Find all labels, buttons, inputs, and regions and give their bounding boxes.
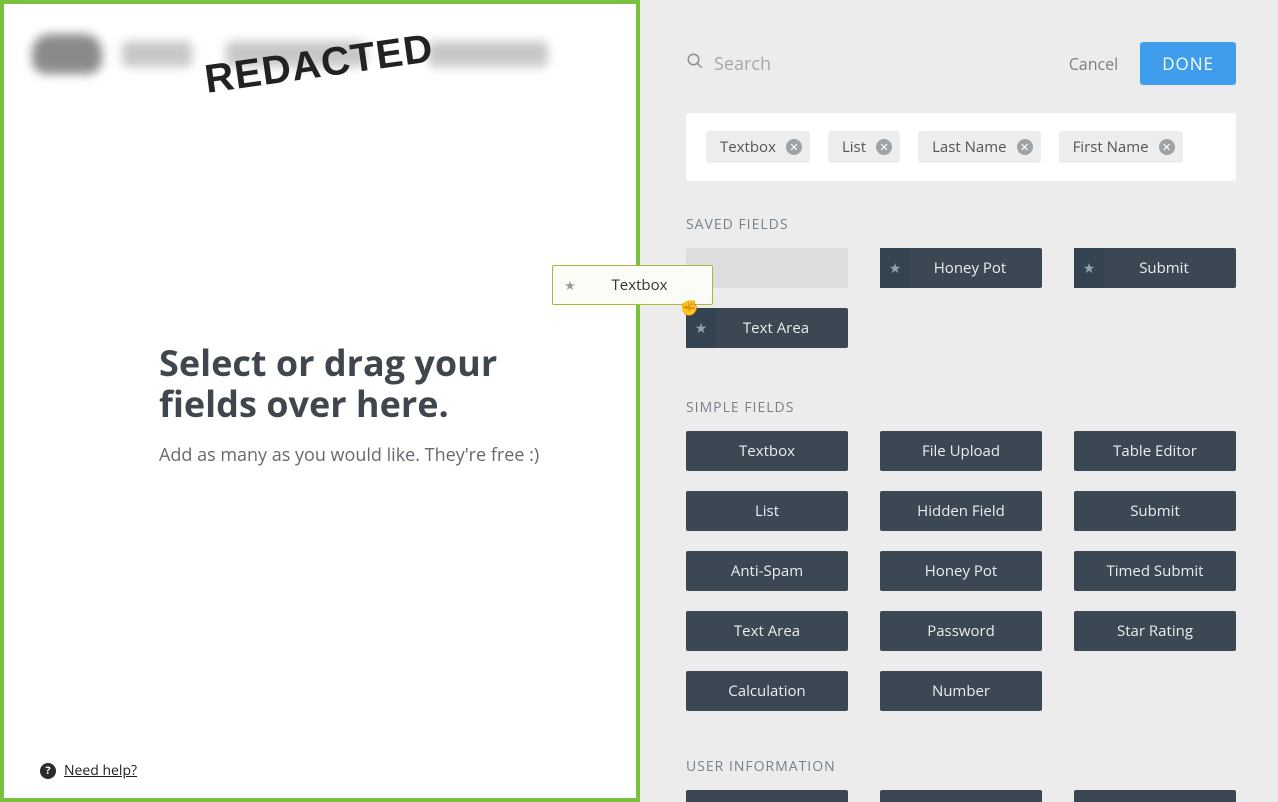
- field-label: Anti-Spam: [731, 561, 803, 581]
- chip-first-name[interactable]: First Name ✕: [1059, 131, 1183, 163]
- field-password[interactable]: Password: [880, 611, 1042, 651]
- chip-label: First Name: [1073, 137, 1149, 157]
- field-last-name[interactable]: Last Name: [880, 790, 1042, 802]
- section-title-user: USER INFORMATION: [686, 757, 1236, 776]
- field-label: Submit: [1121, 258, 1189, 278]
- app-logo: [32, 34, 102, 74]
- star-icon: ★: [1074, 248, 1104, 288]
- chip-label: List: [842, 137, 866, 157]
- field-hidden-field[interactable]: Hidden Field: [880, 491, 1042, 531]
- field-label: List: [755, 501, 779, 521]
- field-label: Text Area: [734, 621, 800, 641]
- palette-header: Cancel DONE: [640, 0, 1278, 113]
- field-submit-saved[interactable]: ★ Submit: [1074, 248, 1236, 288]
- help-icon: ?: [40, 763, 56, 779]
- field-label: File Upload: [922, 441, 1000, 461]
- search-input[interactable]: [714, 52, 1059, 76]
- chip-remove-icon[interactable]: ✕: [1159, 139, 1175, 155]
- nav-item: [122, 41, 192, 67]
- search-icon: [686, 52, 704, 76]
- drop-subtext: Add as many as you would like. They're f…: [159, 443, 579, 467]
- field-honey-pot[interactable]: Honey Pot: [880, 551, 1042, 591]
- field-label: Timed Submit: [1106, 561, 1203, 581]
- star-icon: ★: [557, 276, 583, 294]
- chip-textbox[interactable]: Textbox ✕: [706, 131, 810, 163]
- drop-zone-message: Select or drag your fields over here. Ad…: [159, 342, 579, 467]
- chip-label: Last Name: [932, 137, 1007, 157]
- cancel-button[interactable]: Cancel: [1069, 53, 1118, 75]
- field-address-1[interactable]: Address 1: [1074, 790, 1236, 802]
- field-textbox[interactable]: Textbox: [686, 431, 848, 471]
- done-button[interactable]: DONE: [1140, 42, 1236, 85]
- field-label: Calculation: [728, 681, 805, 701]
- field-submit[interactable]: Submit: [1074, 491, 1236, 531]
- field-table-editor[interactable]: Table Editor: [1074, 431, 1236, 471]
- field-list[interactable]: List: [686, 491, 848, 531]
- field-label: Text Area: [725, 318, 809, 338]
- user-fields-grid: First Name Last Name Address 1: [686, 790, 1236, 802]
- field-label: Textbox: [739, 441, 795, 461]
- field-honey-pot-saved[interactable]: ★ Honey Pot: [880, 248, 1042, 288]
- drop-heading: Select or drag your fields over here.: [159, 342, 579, 425]
- dragging-field-label: Textbox: [583, 275, 712, 295]
- section-title-simple: SIMPLE FIELDS: [686, 398, 1236, 417]
- simple-fields-grid: Textbox File Upload Table Editor List Hi…: [686, 431, 1236, 711]
- field-star-rating[interactable]: Star Rating: [1074, 611, 1236, 651]
- field-label: Password: [927, 621, 995, 641]
- help-label: Need help?: [64, 761, 137, 780]
- selected-chips-box: Textbox ✕ List ✕ Last Name ✕ First Name …: [686, 113, 1236, 181]
- chip-list[interactable]: List ✕: [828, 131, 900, 163]
- field-label: Submit: [1130, 501, 1180, 521]
- chip-last-name[interactable]: Last Name ✕: [918, 131, 1041, 163]
- need-help-link[interactable]: ? Need help?: [40, 761, 137, 780]
- nav-item: [428, 41, 548, 67]
- field-label: Honey Pot: [916, 258, 1007, 278]
- field-text-area-saved[interactable]: ★ Text Area: [686, 308, 848, 348]
- field-text-area[interactable]: Text Area: [686, 611, 848, 651]
- field-label: Hidden Field: [917, 501, 1005, 521]
- field-number[interactable]: Number: [880, 671, 1042, 711]
- field-timed-submit[interactable]: Timed Submit: [1074, 551, 1236, 591]
- chip-remove-icon[interactable]: ✕: [786, 139, 802, 155]
- grab-cursor-icon: ✊: [680, 298, 699, 318]
- form-canvas[interactable]: REDACTED Select or drag your fields over…: [0, 0, 640, 802]
- field-anti-spam[interactable]: Anti-Spam: [686, 551, 848, 591]
- field-label: Table Editor: [1113, 441, 1197, 461]
- section-title-saved: SAVED FIELDS: [686, 215, 1236, 234]
- field-label: Number: [932, 681, 990, 701]
- field-first-name[interactable]: First Name: [686, 790, 848, 802]
- field-file-upload[interactable]: File Upload: [880, 431, 1042, 471]
- star-icon: ★: [880, 248, 910, 288]
- chip-label: Textbox: [720, 137, 776, 157]
- field-palette: Cancel DONE Textbox ✕ List ✕ Last Name ✕…: [640, 0, 1278, 802]
- field-calculation[interactable]: Calculation: [686, 671, 848, 711]
- field-label: Star Rating: [1117, 621, 1193, 641]
- field-label: Honey Pot: [925, 561, 998, 581]
- saved-fields-grid: ★ Honey Pot ★ Submit ★ Text Area: [686, 248, 1236, 348]
- chip-remove-icon[interactable]: ✕: [876, 139, 892, 155]
- chip-remove-icon[interactable]: ✕: [1017, 139, 1033, 155]
